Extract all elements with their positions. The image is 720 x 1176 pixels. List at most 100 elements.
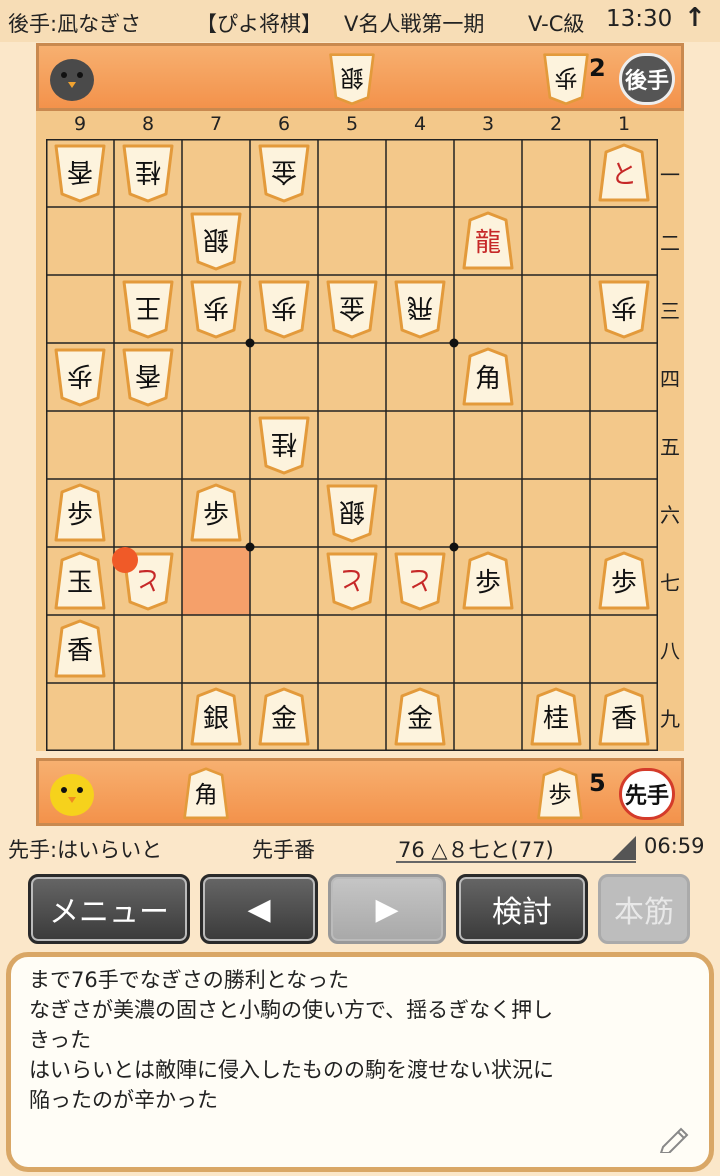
svg-text:歩: 歩 (67, 360, 93, 390)
svg-text:桂: 桂 (271, 428, 297, 458)
board-piece-gote[interactable]: 香 (52, 143, 108, 203)
rank-label: 三 (660, 299, 680, 323)
sente-hand-piece-pawn[interactable]: 歩 (535, 767, 585, 821)
move-marker-dot (112, 547, 138, 573)
board-piece-gote[interactable]: 銀 (324, 483, 380, 543)
rank-label: 八 (660, 639, 680, 663)
gote-hand-count: 2 (589, 54, 606, 82)
file-label: 5 (345, 113, 359, 135)
analyze-button[interactable]: 検討 (456, 874, 588, 944)
prev-move-button[interactable]: ◀ (200, 874, 318, 944)
comment-line: きった (29, 1028, 92, 1052)
svg-text:と: と (339, 564, 365, 594)
shogi-board: 987654321 一二三四五六七八九 香桂金と銀龍王歩歩金飛歩歩香角桂歩歩銀玉… (36, 111, 684, 751)
board-piece-gote[interactable]: 王 (120, 279, 176, 339)
file-label: 2 (549, 113, 563, 135)
svg-text:金: 金 (271, 156, 297, 186)
board-piece-sente[interactable]: 金 (256, 687, 312, 747)
board-piece-gote[interactable]: 歩 (596, 279, 652, 339)
svg-text:金: 金 (407, 704, 433, 734)
elapsed-time: 06:59 (644, 834, 705, 858)
board-piece-sente[interactable]: 銀 (188, 687, 244, 747)
svg-text:香: 香 (135, 360, 161, 390)
svg-text:歩: 歩 (611, 292, 637, 322)
sente-hand-bar: 角 歩 5 先手 (36, 758, 684, 826)
board-piece-sente[interactable]: 桂 (528, 687, 584, 747)
board-piece-sente[interactable]: 龍 (460, 211, 516, 271)
board-piece-gote[interactable]: 香 (120, 347, 176, 407)
mainline-button[interactable]: 本筋 (598, 874, 690, 944)
sente-avatar-icon (50, 774, 94, 816)
svg-text:と: と (135, 564, 161, 594)
class-label: V-C級 (528, 12, 585, 36)
board-piece-gote[interactable]: 歩 (52, 347, 108, 407)
svg-text:桂: 桂 (543, 704, 569, 734)
board-piece-gote[interactable]: 銀 (188, 211, 244, 271)
board-piece-gote[interactable]: 歩 (256, 279, 312, 339)
svg-text:銀: 銀 (203, 224, 229, 254)
board-piece-gote[interactable]: と (392, 551, 448, 611)
board-piece-sente[interactable]: 歩 (52, 483, 108, 543)
board-piece-sente[interactable]: と (596, 143, 652, 203)
board-piece-gote[interactable]: 飛 (392, 279, 448, 339)
file-labels: 9 8 7 6 5 4 3 2 1 (46, 111, 658, 139)
file-label: 9 (73, 113, 87, 135)
sente-hand-piece-bishop[interactable]: 角 (181, 767, 231, 821)
file-label: 7 (209, 113, 223, 135)
gote-hand-bar: 銀 歩 2 後手 (36, 43, 684, 111)
board-piece-gote[interactable]: と (324, 551, 380, 611)
menu-button[interactable]: メニュー (28, 874, 190, 944)
rank-label: 一 (660, 163, 680, 187)
board-piece-sente[interactable]: 金 (392, 687, 448, 747)
svg-text:龍: 龍 (475, 228, 501, 258)
board-piece-sente[interactable]: 歩 (460, 551, 516, 611)
svg-text:飛: 飛 (407, 292, 433, 322)
sente-player-name: 先手:はいらいと (8, 838, 163, 862)
svg-text:歩: 歩 (554, 64, 577, 91)
board-piece-gote[interactable]: 桂 (120, 143, 176, 203)
svg-text:歩: 歩 (611, 568, 637, 598)
svg-text:香: 香 (67, 636, 93, 666)
svg-text:桂: 桂 (135, 156, 161, 186)
board-piece-gote[interactable]: 金 (324, 279, 380, 339)
gote-hand-piece-pawn[interactable]: 歩 (541, 52, 591, 106)
board-grid[interactable]: 香桂金と銀龍王歩歩金飛歩歩香角桂歩歩銀玉ととと歩歩香銀金金桂香 (46, 139, 658, 751)
svg-text:歩: 歩 (203, 292, 229, 322)
gote-badge: 後手 (619, 53, 675, 105)
comment-line: 陥ったのが辛かった (29, 1088, 218, 1112)
svg-text:銀: 銀 (339, 496, 365, 526)
comment-line: まで76手でなぎさの勝利となった (29, 968, 350, 992)
file-label: 3 (481, 113, 495, 135)
gote-hand-piece-silver[interactable]: 銀 (327, 52, 377, 106)
board-piece-gote[interactable]: 金 (256, 143, 312, 203)
board-piece-gote[interactable]: 歩 (188, 279, 244, 339)
rank-label: 九 (660, 707, 680, 731)
move-dropdown-icon[interactable] (612, 836, 636, 860)
board-piece-sente[interactable]: 歩 (596, 551, 652, 611)
event-name: V名人戦第一期 (344, 12, 485, 36)
next-move-button[interactable]: ▶ (328, 874, 446, 944)
board-piece-sente[interactable]: 玉 (52, 551, 108, 611)
edit-pencil-icon[interactable] (657, 1123, 693, 1153)
clock-time: 13:30 (606, 6, 673, 32)
gote-avatar-icon (50, 59, 94, 101)
board-piece-sente[interactable]: 香 (52, 619, 108, 679)
up-arrow-icon[interactable]: ↑ (684, 3, 706, 33)
rank-label: 四 (660, 367, 680, 391)
svg-text:歩: 歩 (271, 292, 297, 322)
svg-text:角: 角 (475, 364, 501, 394)
svg-text:歩: 歩 (67, 500, 93, 530)
svg-text:歩: 歩 (548, 782, 571, 809)
file-label: 4 (413, 113, 427, 135)
comment-line: はいらいとは敵陣に侵入したものの駒を渡せない状況に (29, 1058, 554, 1082)
file-label: 1 (617, 113, 631, 135)
board-piece-sente[interactable]: 香 (596, 687, 652, 747)
board-piece-sente[interactable]: 角 (460, 347, 516, 407)
rank-label: 五 (660, 435, 680, 459)
svg-text:歩: 歩 (203, 500, 229, 530)
sente-badge: 先手 (619, 768, 675, 820)
svg-text:銀: 銀 (340, 64, 363, 91)
status-header: 後手:凪なぎさ 【ぴよ将棋】 V名人戦第一期 V-C級 13:30 ↑ (0, 0, 720, 42)
board-piece-sente[interactable]: 歩 (188, 483, 244, 543)
board-piece-gote[interactable]: 桂 (256, 415, 312, 475)
